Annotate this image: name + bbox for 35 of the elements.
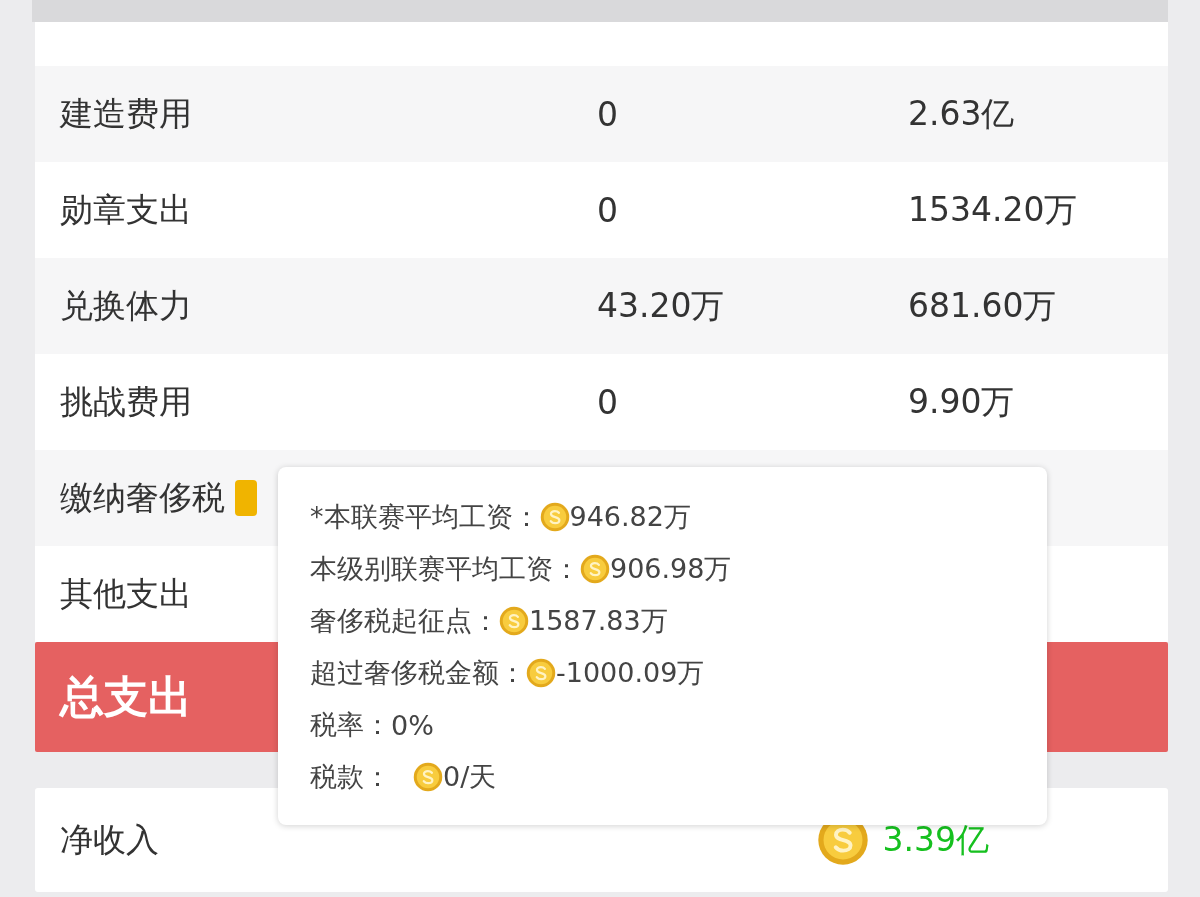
- table-cell-text: 1534.20万: [908, 188, 1079, 231]
- tooltip-label: 税率：: [310, 708, 391, 742]
- coin-icon: [580, 554, 610, 584]
- tooltip-value: -1000.09万: [556, 656, 705, 690]
- tooltip-value: 906.98万: [610, 552, 732, 586]
- tooltip-value: 0/天: [443, 760, 497, 794]
- tooltip-value: 1587.83万: [529, 604, 668, 638]
- tooltip-label: *本联赛平均工资：: [310, 500, 540, 534]
- table-cell-text: 9.90万: [908, 380, 1016, 423]
- tooltip-value: 0%: [391, 709, 434, 741]
- tooltip-label: 超过奢侈税金额：: [310, 656, 526, 690]
- table-cell-text: 2.63亿: [908, 92, 1016, 135]
- row-label: 勋章支出: [60, 188, 192, 231]
- coin-icon: [413, 762, 443, 792]
- total-label: 总支出: [60, 669, 192, 724]
- table-cell-text: 681.60万: [908, 284, 1058, 327]
- tooltip-value: 946.82万: [569, 500, 691, 534]
- row-label: 建造费用: [60, 92, 192, 135]
- row-label: 其他支出: [60, 572, 192, 615]
- coin-icon: [499, 606, 529, 636]
- info-badge[interactable]: [235, 480, 257, 516]
- tooltip-label: 奢侈税起征点：: [310, 604, 499, 638]
- coin-icon: [539, 502, 570, 532]
- row-label: 缴纳奢侈税: [60, 476, 225, 519]
- table-cell-text: 0: [597, 190, 619, 230]
- row-label: 兑换体力: [60, 284, 192, 327]
- coin-icon: [526, 658, 556, 688]
- net-income-label: 净收入: [60, 818, 159, 861]
- row-label: 挑战费用: [60, 380, 192, 423]
- tooltip-label: 税款：: [310, 760, 391, 794]
- table-cell-text: 0: [597, 382, 619, 422]
- tooltip-label: 本级别联赛平均工资：: [310, 552, 580, 586]
- table-cell-text: 0: [597, 94, 619, 134]
- table-cell-text: 43.20万: [597, 284, 726, 327]
- net-income-value: 3.39亿: [882, 818, 989, 861]
